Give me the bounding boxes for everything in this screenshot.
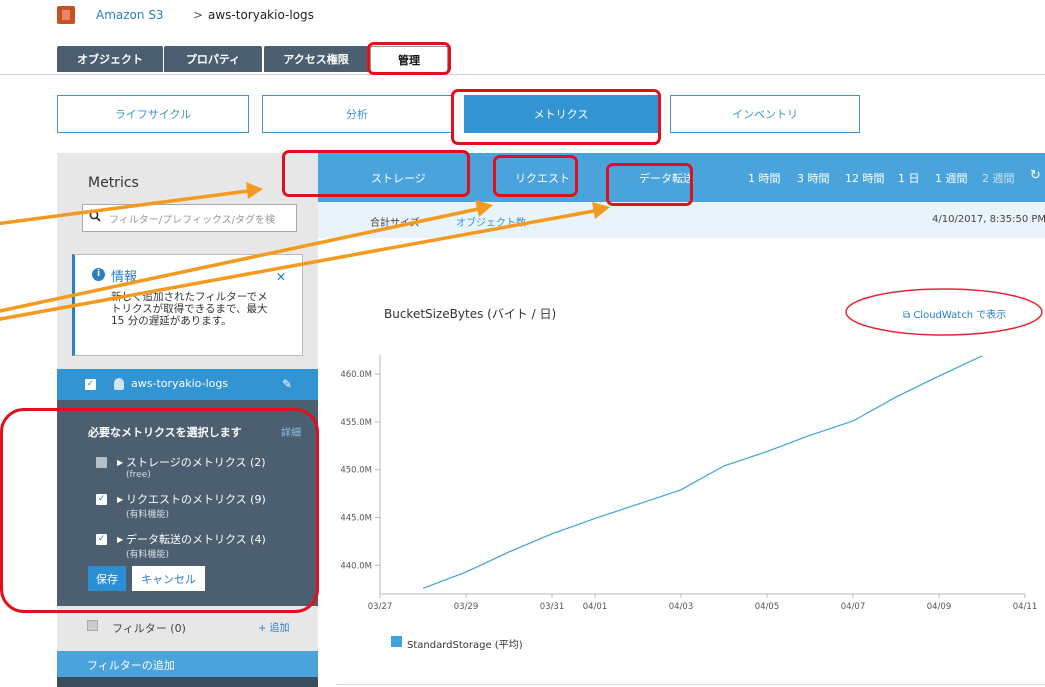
x-tick-label: 03/31	[540, 602, 565, 612]
bucket-checkbox[interactable]: ✓	[85, 379, 96, 390]
legend-swatch	[391, 636, 402, 647]
cloudwatch-link[interactable]: ⧉ CloudWatch で表示	[903, 306, 1006, 321]
subtab-lifecycle[interactable]: ライフサイクル	[57, 95, 249, 133]
x-tick-label: 03/29	[454, 602, 479, 612]
x-tick-label: 04/11	[1013, 602, 1038, 612]
highlight-metrics-selection	[0, 408, 319, 613]
tab-permissions[interactable]: アクセス権限	[264, 46, 368, 72]
bucket-name: aws-toryakio-logs	[131, 377, 229, 390]
highlight-management-tab	[367, 42, 451, 75]
y-tick-label: 455.0M	[340, 418, 372, 428]
x-tick-label: 04/09	[927, 602, 952, 612]
tab-objects[interactable]: オブジェクト	[57, 46, 163, 72]
object-count-label[interactable]: オブジェクト数	[456, 214, 526, 229]
y-tick-label: 460.0M	[340, 370, 372, 380]
range-1h[interactable]: 1 時間	[748, 170, 781, 186]
bucket-icon	[114, 378, 124, 390]
timestamp: 4/10/2017, 8:35:50 PM	[932, 214, 1045, 225]
breadcrumb-separator: >	[193, 8, 204, 22]
range-1w[interactable]: 1 週間	[935, 170, 968, 186]
filter-checkbox[interactable]	[87, 620, 98, 631]
x-tick-label: 03/27	[368, 602, 393, 612]
divider	[337, 684, 1045, 685]
highlight-storage-tab	[282, 150, 470, 197]
info-title: 情報	[111, 270, 138, 285]
refresh-icon[interactable]: ↻	[1030, 168, 1041, 183]
bucket-size-chart: 440.0M 445.0M 450.0M 455.0M 460.0M 03/27 03/29…	[340, 355, 1038, 612]
search-icon	[89, 210, 101, 222]
filter-search-input[interactable]: フィルター/プレフィックス/タグを検	[82, 204, 297, 232]
sidebar-title: Metrics	[88, 175, 139, 191]
range-2w[interactable]: 2 週間	[982, 170, 1015, 186]
subtab-analytics[interactable]: 分析	[262, 95, 452, 133]
s3-logo-icon	[57, 6, 75, 24]
info-icon: i	[92, 268, 105, 281]
legend-label: StandardStorage (平均)	[407, 640, 523, 651]
x-tick-label: 04/07	[841, 602, 866, 612]
subtab-inventory[interactable]: インベントリ	[670, 95, 860, 133]
info-text: 新しく追加されたフィルターでメトリクスが取得できるまで、最大 15 分の遅延があ…	[111, 291, 268, 327]
y-tick-label: 440.0M	[340, 561, 372, 571]
sidebar-footer	[57, 677, 318, 687]
range-12h[interactable]: 12 時間	[845, 170, 885, 186]
range-3h[interactable]: 3 時間	[797, 170, 830, 186]
chart-title: BucketSizeBytes (バイト / 日)	[384, 307, 557, 321]
close-icon[interactable]: ✕	[276, 270, 286, 284]
range-1d[interactable]: 1 日	[898, 170, 920, 186]
series-line	[422, 355, 983, 589]
breadcrumb-bucket: aws-toryakio-logs	[208, 8, 314, 22]
y-tick-label: 450.0M	[340, 466, 372, 476]
x-tick-label: 04/05	[755, 602, 780, 612]
highlight-metrics-tab	[451, 89, 661, 145]
total-size-label[interactable]: 合計サイズ	[370, 214, 420, 229]
breadcrumb-root-link[interactable]: Amazon S3	[96, 7, 164, 23]
cloudwatch-link-label: CloudWatch で表示	[913, 310, 1007, 321]
add-filter-link[interactable]: + 追加	[258, 619, 290, 634]
pencil-icon[interactable]: ✎	[282, 377, 292, 391]
x-tick-label: 04/01	[583, 602, 608, 612]
x-tick-label: 04/03	[669, 602, 694, 612]
external-link-icon: ⧉	[903, 310, 914, 321]
highlight-requests-tab	[493, 155, 578, 197]
filter-label: フィルター (0)	[112, 622, 186, 635]
add-filter-button[interactable]: フィルターの追加	[57, 651, 318, 677]
tab-properties[interactable]: プロパティ	[164, 46, 262, 72]
highlight-data-transfer-tab	[606, 163, 693, 206]
y-tick-label: 445.0M	[340, 514, 372, 524]
